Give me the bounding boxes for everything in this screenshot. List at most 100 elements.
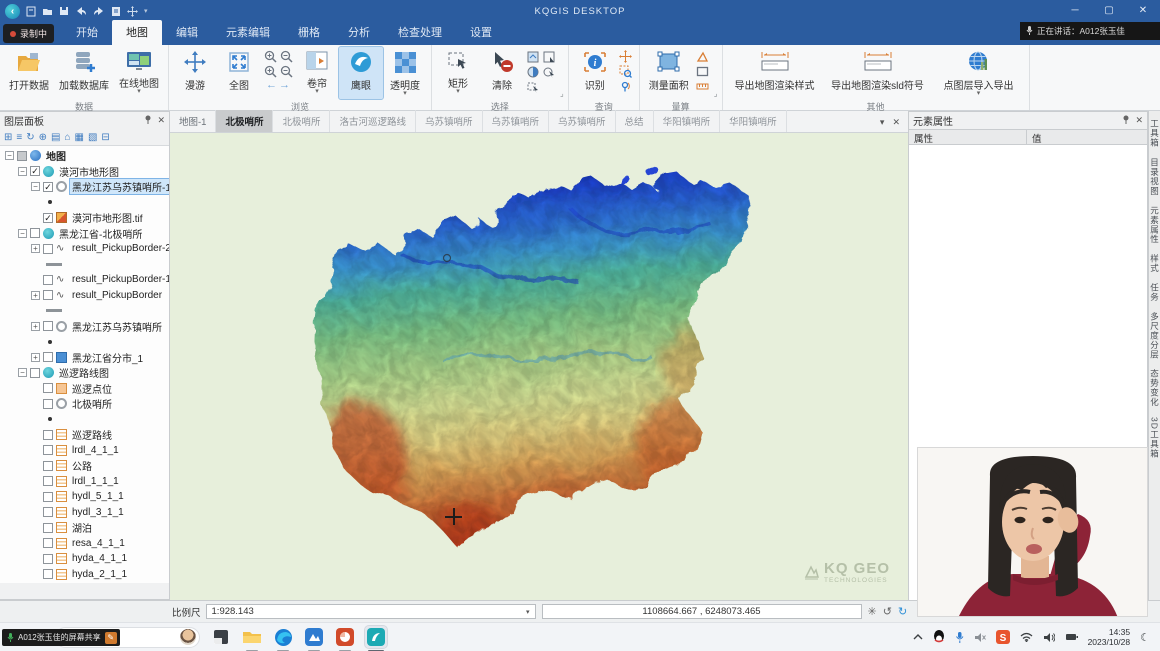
dock-tab-元素属性[interactable]: 元素属性 [1149,206,1160,244]
redo-icon[interactable] [93,6,105,16]
snapshot-icon[interactable]: ▧ [88,132,97,143]
dock-tab-态势变化[interactable]: 态势变化 [1149,369,1160,407]
layer-visibility-checkbox[interactable] [43,445,53,455]
layer-visibility-checkbox[interactable] [43,430,53,440]
dock-tab-多尺度分层[interactable]: 多尺度分层 [1149,312,1160,360]
qq-penguin-icon[interactable] [933,630,945,644]
layer-tree-item[interactable]: 巡逻点位 [0,381,169,397]
close-button[interactable]: ✕ [1126,0,1160,22]
move-query-icon[interactable] [619,50,633,63]
ribbon-tab-地图[interactable]: 地图 [112,20,162,45]
layer-visibility-checkbox[interactable]: ✓ [43,213,53,223]
grid-view-icon[interactable]: ▦ [75,132,84,143]
add-layer-icon[interactable]: ≡ [16,132,22,143]
layer-tree-item[interactable]: −地图 [0,148,169,164]
map-tab[interactable]: 华阳镇哨所 [720,110,787,132]
style-layers-icon[interactable]: ▤ [51,132,60,143]
map-canvas[interactable]: KQ GEO TECHNOLOGIES [170,133,908,600]
annotate-pencil-icon[interactable]: ✎ [105,632,117,644]
layer-visibility-checkbox[interactable] [30,228,40,238]
collapse-all-icon[interactable]: ⊟ [101,132,109,143]
layer-tree-item[interactable]: 湖泊 [0,520,169,536]
layer-panel-close-icon[interactable]: ✕ [157,115,165,126]
zoom-out-box-icon[interactable] [279,50,293,63]
layer-visibility-checkbox[interactable] [43,290,53,300]
tray-chevron-icon[interactable] [913,634,923,640]
props-column-value[interactable]: 值 [1027,130,1047,144]
layer-visibility-checkbox[interactable] [43,538,53,548]
app-file-explorer[interactable] [241,626,263,648]
eagle-eye-button[interactable]: 鹰眼 [339,47,383,99]
map-tab[interactable]: 华阳镇哨所 [654,110,721,132]
pin-icon[interactable] [1122,115,1130,124]
layer-visibility-checkbox[interactable] [43,569,53,579]
layer-visibility-checkbox[interactable]: ✓ [43,182,53,192]
map-tab[interactable]: 乌苏镇哨所 [549,110,616,132]
map-tab[interactable]: 乌苏镇哨所 [483,110,550,132]
attribute-query-icon[interactable] [619,65,633,78]
app-powerpoint[interactable] [334,626,356,648]
prev-extent-icon[interactable]: ← [266,80,277,90]
layer-tree-item[interactable]: ✓漠河市地形图.tif [0,210,169,226]
map-tab[interactable]: 总结 [616,110,654,132]
select-by-layer-icon[interactable] [542,50,556,63]
identify-button[interactable]: i 识别 [573,47,617,99]
layer-tree-item[interactable]: resa_4_1_1 [0,536,169,552]
zoom-in-icon[interactable] [263,65,277,78]
dock-tab-任务[interactable]: 任务 [1149,283,1160,302]
online-map-button[interactable]: 在线地图 ▾ [114,47,164,99]
pan-tool-icon[interactable] [127,6,138,17]
measure-area-button[interactable]: 测量面积 [644,47,694,99]
load-database-button[interactable]: 加载数据库 [54,47,114,99]
app-notebook[interactable] [210,626,232,648]
tree-expander-icon[interactable]: + [31,353,40,362]
dock-tab-工具箱[interactable]: 工具箱 [1149,119,1160,148]
ribbon-tab-检查处理[interactable]: 检查处理 [384,20,456,45]
layer-tree-item[interactable]: −黑龙江省-北极哨所 [0,226,169,242]
select-all-icon[interactable] [526,80,540,93]
legend-icon[interactable]: ⊕ [39,132,47,143]
map-tabs-dropdown-icon[interactable]: ▾ [880,117,885,128]
tree-expander-icon[interactable]: − [18,229,27,238]
map-tab[interactable]: 北极哨所 [216,110,273,132]
open-icon[interactable] [42,6,53,16]
taskbar-clock[interactable]: 14:35 2023/10/28 [1088,627,1131,647]
volume-icon[interactable] [1043,632,1055,643]
layer-visibility-checkbox[interactable] [30,368,40,378]
app-kqgis-active[interactable] [365,626,387,648]
add-group-icon[interactable]: ⊞ [4,132,12,143]
layer-tree-item[interactable]: ∿result_PickupBorder-1 [0,272,169,288]
open-data-button[interactable]: 打开数据 [4,47,54,99]
battery-icon[interactable] [1065,632,1078,642]
pin-icon[interactable] [144,115,152,124]
export-render-style-button[interactable]: 导出地图渲染样式 [727,47,823,99]
layer-visibility-checkbox[interactable] [43,399,53,409]
ribbon-tab-元素编辑[interactable]: 元素编辑 [212,20,284,45]
tree-expander-icon[interactable]: − [18,167,27,176]
undo-icon[interactable] [75,6,87,16]
map-tab[interactable]: 北极哨所 [273,110,330,132]
new-document-icon[interactable] [26,6,36,17]
layer-tree-item[interactable]: −✓漠河市地形图 [0,164,169,180]
layer-visibility-checkbox[interactable] [43,383,53,393]
layer-visibility-checkbox[interactable] [43,492,53,502]
export-render-sld-button[interactable]: 导出地图渲染sld符号 [823,47,933,99]
wifi-icon[interactable] [1020,632,1033,642]
ribbon-tab-设置[interactable]: 设置 [456,20,506,45]
measure-distance-icon[interactable] [696,80,710,93]
layer-tree-item[interactable]: +黑龙江省分市_1 [0,350,169,366]
next-extent-icon[interactable]: → [279,80,290,90]
ribbon-tab-编辑[interactable]: 编辑 [162,20,212,45]
spatial-query-icon[interactable] [619,80,633,93]
layer-tree-item[interactable]: lrdl_4_1_1 [0,443,169,459]
layer-visibility-checkbox[interactable] [43,507,53,517]
zoom-out-icon[interactable] [279,65,293,78]
layer-visibility-checkbox[interactable] [43,461,53,471]
map-tab-close-icon[interactable]: ✕ [892,117,900,128]
tray-mic-icon[interactable] [955,631,964,644]
crosshair-mode-icon[interactable]: ✳ [868,605,877,618]
home-extent-icon[interactable]: ⌂ [64,132,70,143]
layer-tree-item[interactable]: +∿result_PickupBorder-2 [0,241,169,257]
layer-visibility-checkbox[interactable] [43,321,53,331]
props-column-attribute[interactable]: 属性 [909,130,1027,144]
